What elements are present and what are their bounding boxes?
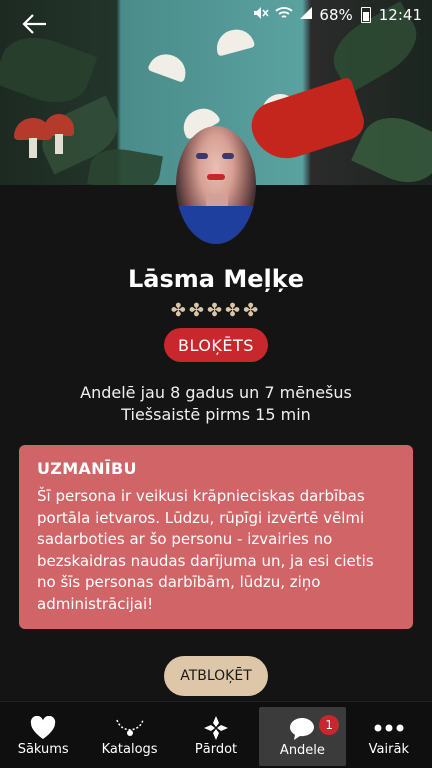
rating-stars: ✤✤✤✤✤ <box>170 300 262 321</box>
nav-label: Sākums <box>17 741 69 757</box>
wifi-icon <box>275 6 294 24</box>
bottom-navigation: Sākums Katalogs Pārdot Andele 1 Vairāk <box>0 701 432 768</box>
nav-item-sell[interactable]: Pārdot <box>173 702 259 768</box>
status-bar: 68% 12:41 <box>0 0 432 30</box>
nav-label: Vairāk <box>368 741 409 757</box>
necklace-icon <box>115 714 145 742</box>
more-dots-icon <box>374 714 404 742</box>
nav-label: Andele <box>279 743 325 758</box>
chat-bubble-icon <box>288 715 316 743</box>
clock: 12:41 <box>378 6 422 24</box>
arrow-left-icon <box>22 14 46 34</box>
back-button[interactable] <box>18 8 50 40</box>
blocked-status-badge: BLOĶĒTS <box>164 328 268 362</box>
battery-icon <box>360 7 371 23</box>
battery-percent: 68% <box>319 6 353 24</box>
warning-box: UZMANĪBU Šī persona ir veikusi krāpnieci… <box>19 445 413 629</box>
profile-name: Lāsma Meļķe <box>128 265 304 293</box>
member-since-text: Andelē jau 8 gadus un 7 mēnešus <box>80 383 352 402</box>
diamond-flower-icon <box>203 714 229 742</box>
signal-icon <box>299 6 313 24</box>
mute-icon <box>253 6 270 24</box>
nav-item-catalog[interactable]: Katalogs <box>86 702 172 768</box>
nav-label: Katalogs <box>101 741 158 757</box>
heart-icon <box>30 714 56 742</box>
nav-item-home[interactable]: Sākums <box>0 702 86 768</box>
nav-item-more[interactable]: Vairāk <box>346 702 432 768</box>
nav-item-andele[interactable]: Andele 1 <box>259 707 346 766</box>
avatar <box>176 126 256 244</box>
warning-title: UZMANĪBU <box>37 459 137 478</box>
notification-badge: 1 <box>319 715 340 735</box>
last-online-text: Tiešsaistē pirms 15 min <box>121 405 311 424</box>
warning-text: Šī persona ir veikusi krāpnieciskas darb… <box>37 487 374 613</box>
unblock-button[interactable]: ATBLOĶĒT <box>164 656 268 696</box>
nav-label: Pārdot <box>194 741 238 757</box>
